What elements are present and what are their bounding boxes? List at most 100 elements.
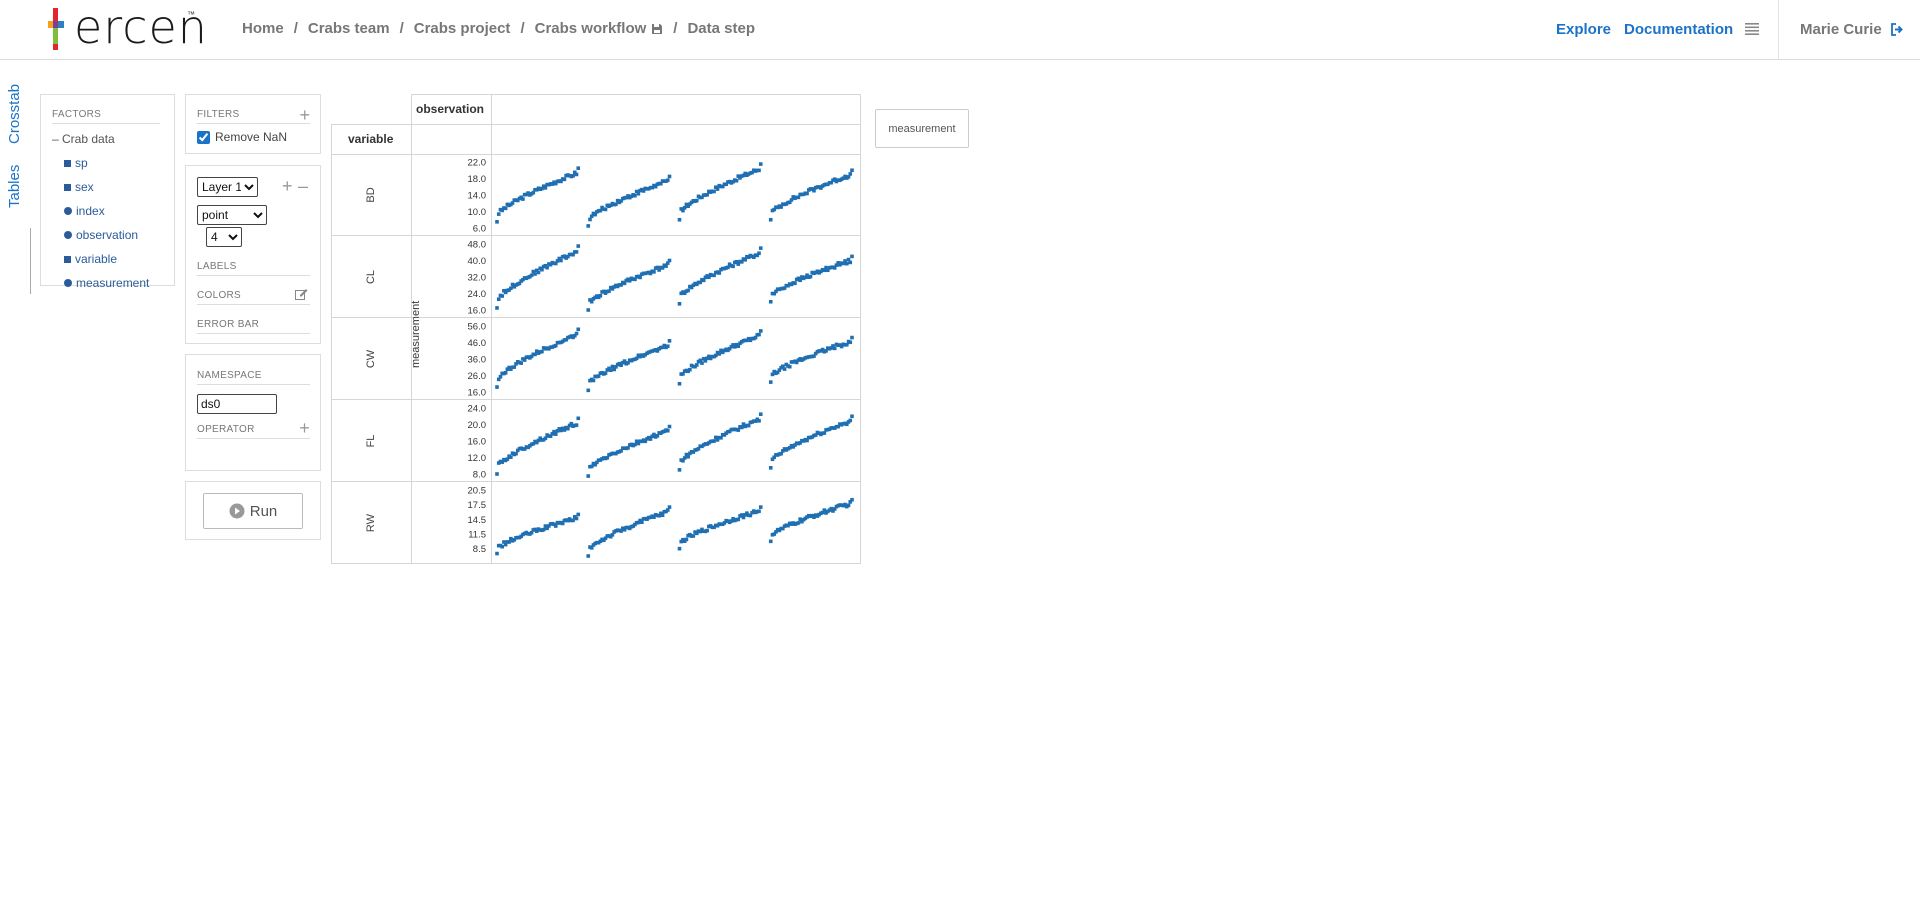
data-point <box>796 441 801 446</box>
collapse-icon[interactable]: – <box>52 132 62 146</box>
factor-item-observation[interactable]: observation <box>64 228 160 242</box>
sign-out-icon[interactable] <box>1890 23 1904 36</box>
data-point <box>731 179 735 184</box>
tab-tables[interactable]: Tables <box>6 165 23 208</box>
row-factor-header[interactable]: variable <box>348 132 393 146</box>
data-point <box>631 524 635 528</box>
data-point <box>526 532 530 536</box>
data-point <box>603 371 608 375</box>
layer-select[interactable]: Layer 1 <box>197 177 258 197</box>
factor-group-crab-data[interactable]: – Crab data <box>52 132 160 146</box>
explore-link[interactable]: Explore <box>1556 21 1611 38</box>
data-point <box>733 427 737 432</box>
data-point <box>586 224 591 228</box>
data-point <box>714 523 718 528</box>
run-button[interactable]: Run <box>203 493 303 529</box>
documentation-link[interactable]: Documentation <box>1624 21 1733 38</box>
data-point <box>717 183 722 188</box>
data-point <box>507 203 511 208</box>
grid-line <box>331 399 861 400</box>
breadcrumb-step[interactable]: Data step <box>687 20 755 37</box>
data-point <box>715 438 720 442</box>
data-point <box>610 533 615 537</box>
data-point <box>640 187 644 192</box>
data-point <box>626 277 630 282</box>
breadcrumb-workflow[interactable]: Crabs workflow <box>535 20 647 37</box>
remove-nan-option[interactable]: Remove NaN <box>197 130 310 144</box>
y-factor-chip[interactable]: measurement <box>875 109 969 148</box>
row-label-FL: FL <box>365 434 377 448</box>
data-point <box>817 349 821 353</box>
data-point <box>615 528 620 532</box>
data-point <box>712 439 716 443</box>
data-point <box>509 202 513 207</box>
data-point <box>607 289 611 293</box>
tab-divider <box>30 228 31 294</box>
data-point <box>752 255 756 259</box>
point-size-select[interactable]: 4 <box>206 227 242 247</box>
breadcrumb-home[interactable]: Home <box>242 20 284 37</box>
data-point <box>569 252 574 257</box>
data-point <box>779 365 783 370</box>
data-point <box>719 184 723 189</box>
data-point <box>595 294 599 298</box>
data-point <box>825 182 830 187</box>
data-point <box>782 367 787 371</box>
add-operator-icon[interactable]: + <box>299 419 310 437</box>
data-point <box>529 192 534 196</box>
data-point <box>677 381 682 386</box>
data-point <box>746 336 751 341</box>
data-point <box>753 169 758 173</box>
data-point <box>608 534 613 539</box>
data-point <box>569 334 574 338</box>
data-point <box>836 503 840 508</box>
data-point <box>640 520 644 525</box>
column-factor-header[interactable]: observation <box>416 102 484 116</box>
data-point <box>705 274 709 278</box>
data-point <box>693 448 697 452</box>
data-point <box>789 443 794 448</box>
tercen-logo[interactable]: ercen ™ <box>48 2 207 52</box>
remove-layer-icon[interactable]: – <box>298 177 308 195</box>
data-point <box>700 527 704 532</box>
remove-nan-checkbox[interactable] <box>197 130 210 144</box>
data-point <box>612 451 616 456</box>
namespace-input[interactable] <box>197 394 277 414</box>
data-point <box>533 187 537 192</box>
data-point <box>819 349 823 353</box>
data-point <box>846 420 851 424</box>
data-point <box>755 417 760 422</box>
factor-item-sex[interactable]: sex <box>64 180 160 194</box>
data-point <box>638 439 642 444</box>
add-layer-icon[interactable]: + <box>282 177 293 195</box>
data-point <box>571 174 575 178</box>
user-menu[interactable]: Marie Curie <box>1800 21 1904 38</box>
chart-type-select[interactable]: point <box>197 205 267 225</box>
hamburger-icon[interactable] <box>1745 23 1759 35</box>
data-point <box>615 450 620 454</box>
namespace-title: NAMESPACE <box>197 370 310 385</box>
data-point <box>529 442 534 447</box>
factor-item-index[interactable]: index <box>64 204 160 218</box>
data-point <box>777 528 782 533</box>
data-point <box>752 509 756 513</box>
data-point <box>550 521 555 526</box>
breadcrumb-project[interactable]: Crabs project <box>414 20 511 37</box>
edit-colors-icon[interactable] <box>295 288 308 300</box>
breadcrumb-team[interactable]: Crabs team <box>308 20 390 37</box>
factor-label: observation <box>76 228 139 242</box>
data-point <box>528 356 532 360</box>
data-point <box>526 445 530 450</box>
data-point <box>815 185 820 189</box>
data-point <box>645 271 649 275</box>
factor-item-sp[interactable]: sp <box>64 156 160 170</box>
data-point <box>664 264 668 268</box>
row-label-CL: CL <box>365 269 377 285</box>
data-point <box>700 277 704 282</box>
tab-crosstab[interactable]: Crosstab <box>6 84 23 144</box>
factor-item-measurement[interactable]: measurement <box>64 276 160 290</box>
save-icon[interactable] <box>651 23 663 35</box>
factor-item-variable[interactable]: variable <box>64 252 160 266</box>
add-filter-icon[interactable]: + <box>299 106 310 124</box>
filters-panel: FILTERS + Remove NaN <box>185 94 321 154</box>
